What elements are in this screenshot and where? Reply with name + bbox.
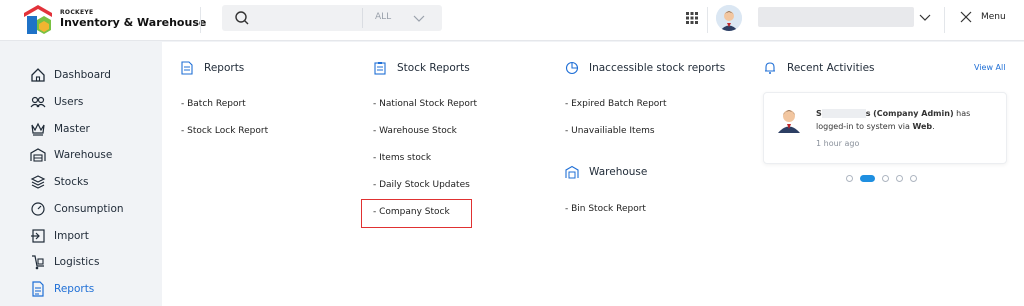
carousel-dot[interactable] [896, 174, 903, 182]
link-bin-stock-report[interactable]: - Bin Stock Report [565, 204, 646, 214]
highlight-box [361, 199, 472, 228]
clipboard-icon [374, 62, 386, 75]
import-icon [31, 229, 45, 243]
menu-button[interactable]: Menu [981, 12, 1006, 22]
carousel-dots [846, 174, 924, 182]
layers-icon [30, 175, 46, 189]
sidebar-item-stocks[interactable]: Stocks [30, 172, 89, 192]
warehouse-icon [565, 165, 579, 179]
sidebar-item-consumption[interactable]: Consumption [30, 199, 124, 219]
top-bar: ROCKEYE Inventory & Warehouse ALL Menu [0, 0, 1024, 41]
link-warehouse-stock[interactable]: - Warehouse Stock [373, 126, 457, 136]
close-icon[interactable] [960, 11, 972, 23]
section-stock-reports: Stock Reports [373, 61, 470, 75]
divider [362, 8, 363, 28]
home-icon [31, 68, 45, 82]
app-title: Inventory & Warehouse [60, 16, 207, 29]
link-unavailable-items[interactable]: - Unavailiable Items [565, 126, 655, 136]
sidebar-item-warehouse[interactable]: Warehouse [30, 145, 112, 165]
sidebar-item-label: Master [54, 123, 90, 135]
user-avatar [778, 110, 800, 133]
gauge-icon [31, 202, 45, 216]
chevron-down-icon[interactable] [412, 11, 426, 25]
activity-period: . [932, 122, 935, 131]
sidebar-item-label: Logistics [54, 256, 100, 268]
sidebar-item-label: Reports [54, 283, 95, 295]
apps-grid-icon[interactable] [686, 12, 698, 24]
section-recent-activities: Recent Activities [763, 61, 875, 75]
sidebar-item-label: Stocks [54, 176, 89, 188]
sidebar-item-label: Users [54, 96, 84, 108]
section-reports: Reports [180, 61, 244, 75]
carousel-dot[interactable] [846, 174, 853, 182]
activity-time: 1 hour ago [816, 139, 860, 148]
link-stock-lock-report[interactable]: - Stock Lock Report [181, 126, 268, 136]
user-avatar[interactable] [716, 5, 742, 31]
warehouse-icon [30, 148, 46, 162]
carousel-dot[interactable] [882, 174, 889, 182]
search-icon[interactable] [234, 10, 250, 26]
activity-user-suffix: s [865, 109, 871, 118]
section-title: Inaccessible stock reports [589, 62, 726, 74]
carousel-dot-active[interactable] [860, 174, 875, 182]
brand-subtitle: ROCKEYE [60, 9, 94, 16]
users-icon [30, 96, 46, 108]
sidebar-item-users[interactable]: Users [30, 92, 83, 112]
redacted-name [821, 109, 866, 118]
user-name-redacted[interactable] [758, 7, 914, 27]
link-batch-report[interactable]: - Batch Report [181, 99, 246, 109]
bell-icon [765, 62, 775, 74]
carousel-dot[interactable] [910, 174, 917, 182]
sidebar-item-reports[interactable]: Reports [30, 279, 94, 299]
sidebar-item-import[interactable]: Import [30, 226, 89, 246]
chevron-down-icon[interactable] [918, 10, 932, 24]
link-national-stock-report[interactable]: - National Stock Report [373, 99, 477, 109]
section-warehouse: Warehouse [565, 165, 647, 179]
activity-channel: Web [912, 122, 933, 131]
crown-icon [31, 122, 45, 136]
activity-role: (Company Admin) [873, 109, 954, 118]
document-icon [181, 61, 193, 75]
divider [944, 7, 945, 33]
link-daily-stock-updates[interactable]: - Daily Stock Updates [373, 180, 470, 190]
sidebar-item-logistics[interactable]: Logistics [30, 252, 99, 272]
sidebar-item-label: Warehouse [54, 149, 113, 161]
dolly-icon [32, 255, 44, 270]
link-expired-batch-report[interactable]: - Expired Batch Report [565, 99, 667, 109]
sidebar-item-label: Consumption [54, 203, 124, 215]
pie-chart-icon [565, 61, 579, 75]
activity-text: Ss (Company Admin) has logged-in to syst… [816, 107, 1002, 133]
divider [707, 7, 708, 33]
sidebar-item-dashboard[interactable]: Dashboard [30, 65, 111, 85]
section-title: Warehouse [589, 166, 648, 178]
sidebar-item-label: Dashboard [54, 69, 111, 81]
link-items-stock[interactable]: - Items stock [373, 153, 431, 163]
activity-card[interactable]: Ss (Company Admin) has logged-in to syst… [763, 92, 1007, 164]
sidebar-item-master[interactable]: Master [30, 119, 90, 139]
section-title: Recent Activities [787, 62, 875, 74]
view-all-link[interactable]: View All [974, 63, 1005, 72]
section-title: Reports [204, 62, 245, 74]
sidebar-item-label: Import [54, 230, 89, 242]
divider [200, 7, 201, 33]
rockeye-logo-icon[interactable] [22, 4, 54, 36]
search-bar[interactable]: ALL [222, 5, 442, 31]
section-title: Stock Reports [397, 62, 470, 74]
document-icon [32, 281, 44, 297]
search-scope-select[interactable]: ALL [375, 12, 391, 22]
section-inaccessible-stock-reports: Inaccessible stock reports [565, 61, 725, 75]
